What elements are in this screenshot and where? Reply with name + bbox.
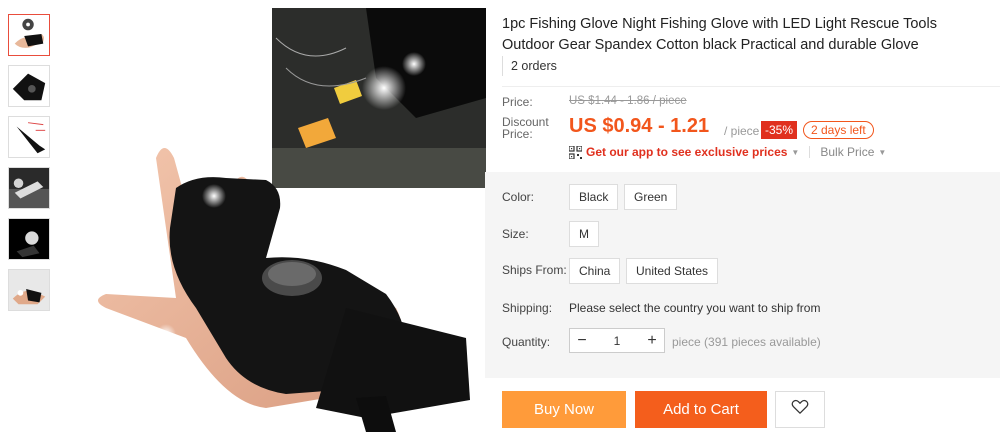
shipping-message: Please select the country you want to sh… (569, 301, 821, 315)
chevron-down-icon: ▼ (791, 147, 800, 157)
orders-count: 2 orders (502, 56, 557, 76)
product-info-panel: 1pc Fishing Glove Night Fishing Glove wi… (485, 0, 1000, 437)
ships-from-china[interactable]: China (569, 258, 621, 284)
thumbnail-strip (8, 14, 50, 320)
discount-price-label: Discount Price: (502, 115, 549, 141)
qr-code-icon (568, 144, 583, 160)
original-price: US $1.44 - 1.86 / piece (569, 95, 687, 107)
app-promo-row: Get our app to see exclusive prices ▼ Bu… (568, 144, 887, 160)
availability-text: piece (391 pieces available) (672, 335, 821, 349)
shipping-label: Shipping: (502, 301, 553, 315)
color-option-green[interactable]: Green (624, 184, 678, 210)
size-option-m[interactable]: M (569, 221, 599, 247)
main-product-image[interactable] (66, 8, 486, 432)
divider (502, 86, 1000, 87)
bulk-price-link[interactable]: Bulk Price (820, 145, 874, 159)
discount-price: US $0.94 - 1.21 (569, 115, 710, 137)
heart-icon (791, 399, 809, 420)
thumbnail-1[interactable] (8, 14, 50, 56)
product-title: 1pc Fishing Glove Night Fishing Glove wi… (502, 16, 937, 53)
separator (809, 146, 811, 158)
product-page: 1pc Fishing Glove Night Fishing Glove wi… (0, 0, 1000, 437)
price-label: Price: (502, 95, 533, 109)
quantity-label: Quantity: (502, 335, 551, 349)
quantity-input[interactable] (594, 333, 640, 348)
app-promo-link[interactable]: Get our app to see exclusive prices (586, 145, 787, 159)
quantity-decrease-button[interactable]: − (570, 329, 594, 352)
add-to-cart-button[interactable]: Add to Cart (635, 391, 767, 428)
thumbnail-2[interactable] (8, 65, 50, 107)
thumbnail-6[interactable] (8, 269, 50, 311)
buy-now-button[interactable]: Buy Now (502, 391, 626, 428)
ships-from-label: Ships From: (502, 263, 567, 277)
thumbnail-3[interactable] (8, 116, 50, 158)
size-label: Size: (502, 227, 529, 241)
quantity-increase-button[interactable]: + (640, 329, 664, 352)
ships-from-united-states[interactable]: United States (626, 258, 719, 284)
wishlist-button[interactable] (775, 391, 825, 428)
color-label: Color: (502, 190, 535, 204)
discount-badge: -35% (761, 121, 798, 139)
price-unit: / piece (724, 124, 760, 138)
quantity-stepper: − + (569, 328, 665, 353)
chevron-down-icon: ▼ (878, 147, 887, 157)
days-left-badge: 2 days left (803, 121, 874, 139)
color-option-black[interactable]: Black (569, 184, 619, 210)
thumbnail-5[interactable] (8, 218, 50, 260)
thumbnail-4[interactable] (8, 167, 50, 209)
